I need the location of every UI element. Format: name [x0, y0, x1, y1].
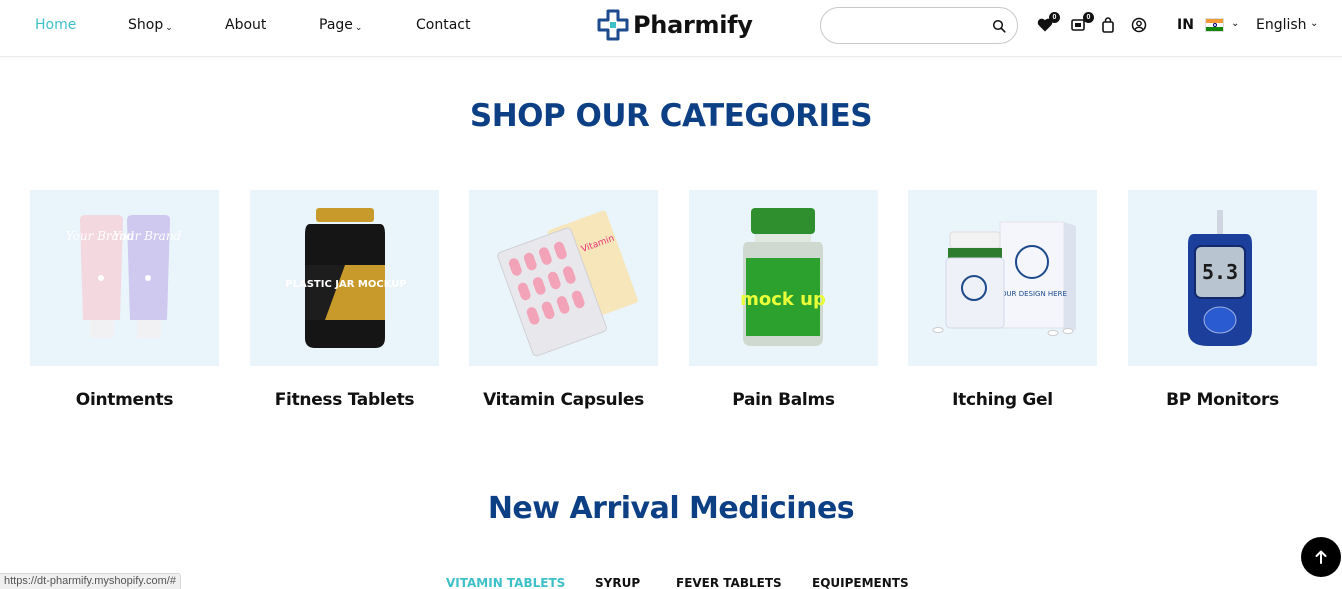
- glucose-monitor-image: 5.3: [1188, 210, 1252, 346]
- nav-home[interactable]: Home: [35, 17, 76, 33]
- site-header: Home Shop ⌄ About Page ⌄ Contact Pharmify …: [0, 0, 1342, 57]
- chevron-down-icon[interactable]: ⌄: [1231, 18, 1239, 29]
- monitor-reading: 5.3: [1202, 260, 1238, 284]
- tab-fever-tablets[interactable]: FEVER TABLETS: [676, 576, 782, 589]
- wishlist-count: 0: [1049, 12, 1060, 23]
- logo-text: Pharmify: [633, 11, 753, 39]
- chevron-down-icon[interactable]: ⌄: [1310, 18, 1318, 29]
- nav-home-label: Home: [35, 17, 77, 33]
- nav-shop-label: Shop: [128, 17, 164, 33]
- search-icon[interactable]: [992, 19, 1006, 33]
- user-icon: [1131, 17, 1147, 33]
- compare-count: 0: [1083, 12, 1094, 23]
- ointment-tube-image: Your Brand Your Brand: [66, 215, 182, 338]
- jar-label-text: PLASTIC JAR MOCKUP: [285, 279, 406, 290]
- categories-heading: SHOP OUR CATEGORIES: [469, 98, 873, 134]
- new-arrivals-heading: New Arrival Medicines: [487, 491, 855, 526]
- category-name[interactable]: Pain Balms: [679, 390, 888, 410]
- country-selector[interactable]: IN: [1177, 17, 1194, 33]
- category-image: YOUR DESIGN HERE: [908, 190, 1097, 366]
- protein-jar-image: PLASTIC JAR MOCKUP: [285, 208, 407, 348]
- category-name[interactable]: Itching Gel: [898, 390, 1107, 410]
- bottle-label-text: mock up: [740, 289, 826, 310]
- account-button[interactable]: [1130, 16, 1148, 34]
- medicine-box-image: YOUR DESIGN HERE: [932, 221, 1076, 336]
- tab-syrup[interactable]: SYRUP: [595, 576, 640, 589]
- category-image: Your Brand Your Brand: [30, 190, 219, 366]
- status-bar-url: https://dt-pharmify.myshopify.com/#: [0, 573, 181, 589]
- category-card-fitness-tablets[interactable]: PLASTIC JAR MOCKUP Fitness Tablets: [250, 190, 439, 410]
- arrow-up-icon: [1315, 550, 1327, 564]
- search-input[interactable]: [835, 16, 985, 36]
- site-logo[interactable]: Pharmify: [597, 9, 753, 41]
- search-box: [820, 7, 1018, 44]
- medical-cross-icon: [597, 9, 629, 41]
- tab-vitamin-tablets[interactable]: VITAMIN TABLETS: [446, 576, 565, 589]
- category-name[interactable]: Vitamin Capsules: [459, 390, 668, 410]
- scroll-to-top-button[interactable]: [1301, 537, 1341, 577]
- nav-contact[interactable]: Contact: [416, 17, 470, 33]
- india-flag-icon: [1205, 18, 1224, 32]
- chevron-down-icon: ⌄: [354, 23, 363, 33]
- nav-shop[interactable]: Shop ⌄: [128, 17, 173, 33]
- category-name[interactable]: Ointments: [20, 390, 229, 410]
- category-name[interactable]: Fitness Tablets: [240, 390, 449, 410]
- nav-about-label: About: [225, 17, 267, 33]
- category-name[interactable]: BP Monitors: [1118, 390, 1327, 410]
- chevron-down-icon: ⌄: [165, 23, 173, 33]
- category-image: 5.3: [1128, 190, 1317, 366]
- nav-page-label: Page: [319, 17, 353, 33]
- category-card-bp-monitors[interactable]: 5.3 BP Monitors: [1128, 190, 1317, 410]
- language-selector[interactable]: English: [1256, 17, 1307, 33]
- wishlist-button[interactable]: 0: [1036, 12, 1060, 34]
- blister-pack-image: Multi Vitamin: [497, 210, 638, 357]
- tab-equipements[interactable]: EQUIPEMENTS: [812, 576, 909, 589]
- nav-page[interactable]: Page ⌄: [319, 17, 362, 33]
- category-card-itching-gel[interactable]: YOUR DESIGN HERE Itching Gel: [908, 190, 1097, 410]
- nav-contact-label: Contact: [416, 17, 471, 33]
- tube-brand-text: Your Brand: [113, 229, 182, 243]
- category-card-ointments[interactable]: Your Brand Your Brand Ointments: [30, 190, 219, 410]
- compare-button[interactable]: 0: [1070, 12, 1094, 34]
- category-card-vitamin-capsules[interactable]: Multi Vitamin Vitamin Capsules: [469, 190, 658, 410]
- nav-about[interactable]: About: [225, 17, 266, 33]
- category-image: mock up: [689, 190, 878, 366]
- box-label-text: YOUR DESIGN HERE: [996, 290, 1067, 298]
- category-card-pain-balms[interactable]: mock up Pain Balms: [689, 190, 878, 410]
- category-image: Multi Vitamin: [469, 190, 658, 366]
- cart-button[interactable]: [1099, 16, 1117, 34]
- shopping-bag-icon: [1102, 17, 1114, 33]
- pill-bottle-image: mock up: [740, 208, 826, 346]
- category-image: PLASTIC JAR MOCKUP: [250, 190, 439, 366]
